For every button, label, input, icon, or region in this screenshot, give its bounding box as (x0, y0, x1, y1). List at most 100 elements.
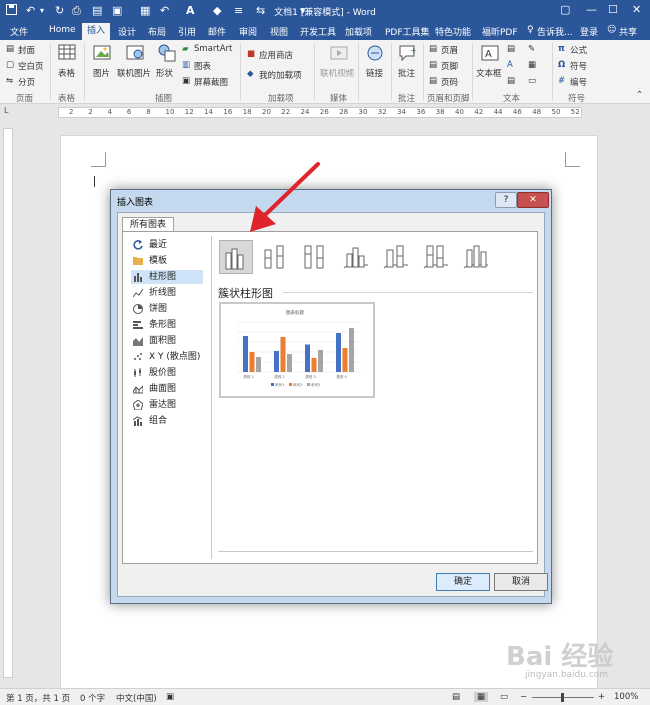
object-icon[interactable]: ▭ (528, 76, 536, 86)
lightbulb-icon[interactable]: ♀ (527, 25, 534, 35)
textbox-button[interactable]: 文本框 (476, 67, 502, 79)
store-button[interactable]: 应用商店 (259, 49, 293, 61)
symbol-icon[interactable]: Ω (558, 60, 565, 70)
user-icon[interactable]: ☺ (607, 25, 616, 35)
footer-button[interactable]: 页脚 (441, 60, 458, 72)
minimize-button[interactable]: — (586, 3, 597, 16)
collapse-ribbon-icon[interactable]: ⌃ (636, 90, 643, 100)
category-scatter[interactable]: X Y (散点图) (131, 350, 211, 364)
horizontal-ruler[interactable]: 2 2 4 6 8 10 12 14 16 18 20 22 24 26 28 30 32 34 36 38 40 42 4… (58, 107, 582, 118)
ok-button[interactable]: 确定 (436, 573, 490, 591)
number-icon[interactable]: # (558, 76, 565, 86)
category-combo[interactable]: 组合 (131, 414, 203, 428)
page-count[interactable]: 第 1 页，共 1 页 (6, 692, 70, 704)
textbox-icon[interactable]: A (481, 44, 499, 65)
chart-button[interactable]: 图表 (194, 60, 211, 72)
shapes-button[interactable]: 形状 (156, 67, 173, 79)
online-video-button[interactable]: 联机视频 (320, 67, 354, 79)
category-recent[interactable]: 最近 (131, 238, 203, 252)
header-icon[interactable]: ▤ (429, 44, 437, 54)
zoom-out-icon[interactable]: − (520, 692, 527, 702)
cancel-button[interactable]: 取消 (494, 573, 548, 591)
link-button[interactable]: 链接 (366, 67, 383, 79)
quick-parts-icon[interactable]: ▤ (507, 44, 515, 54)
smartart-button[interactable]: SmartArt (194, 44, 232, 54)
tab-design[interactable]: 设计 (118, 25, 136, 38)
language-status[interactable]: 中文(中国) (116, 692, 157, 704)
table-button[interactable]: 表格 (58, 67, 75, 79)
print-layout-icon[interactable]: ▦ (474, 692, 489, 702)
chart-preview[interactable]: 图表标题 类别 1 类别 2 类别 3 类别 4 系列1 系列2 系列3 (219, 302, 375, 398)
subtype-3d-stacked-column[interactable] (379, 240, 411, 272)
store-icon[interactable]: ■ (247, 49, 255, 59)
comment-icon[interactable]: + (398, 44, 417, 65)
tab-file[interactable]: 文件 (10, 25, 28, 38)
category-line[interactable]: 折线图 (131, 286, 203, 300)
category-bar[interactable]: 条形图 (131, 318, 203, 332)
category-area[interactable]: 面积图 (131, 334, 203, 348)
comment-button[interactable]: 批注 (398, 67, 415, 79)
page-number-icon[interactable]: ▤ (429, 76, 437, 86)
header-button[interactable]: 页眉 (441, 44, 458, 56)
tab-addins[interactable]: 加载项 (345, 25, 372, 38)
chart-icon[interactable]: ▥ (182, 60, 190, 70)
tab-features[interactable]: 特色功能 (435, 25, 471, 38)
online-picture-icon[interactable] (126, 44, 144, 65)
equation-button[interactable]: 公式 (570, 44, 587, 56)
zoom-slider-thumb[interactable] (561, 693, 564, 702)
picture-icon[interactable] (93, 44, 111, 65)
zoom-level[interactable]: 100% (614, 692, 638, 702)
tab-insert[interactable]: 插入 (82, 23, 111, 40)
restore-icon[interactable]: ▢ (560, 3, 570, 16)
screenshot-icon[interactable]: ▣ (182, 76, 190, 86)
zoom-in-icon[interactable]: + (598, 692, 605, 702)
dialog-close-button[interactable]: ✕ (517, 192, 549, 208)
sign-in-link[interactable]: 登录 (580, 25, 598, 38)
page-number-button[interactable]: 页码 (441, 76, 458, 88)
footer-icon[interactable]: ▤ (429, 60, 437, 70)
table-icon[interactable] (58, 44, 76, 65)
category-templates[interactable]: 模板 (131, 254, 203, 268)
share-button[interactable]: 共享 (619, 25, 637, 38)
tab-selector[interactable]: L (4, 106, 8, 115)
link-icon[interactable] (366, 44, 384, 65)
online-picture-button[interactable]: 联机图片 (117, 67, 151, 79)
my-addins-icon[interactable]: ◆ (247, 69, 254, 79)
tab-foxit[interactable]: 福昕PDF (482, 25, 518, 38)
subtype-3d-100-stacked-column[interactable] (419, 240, 451, 272)
macro-icon[interactable]: ▣ (166, 692, 174, 702)
subtype-stacked-column[interactable] (259, 240, 291, 272)
web-layout-icon[interactable]: ▭ (500, 692, 508, 702)
cover-page-button[interactable]: 封面 (18, 44, 35, 56)
tab-review[interactable]: 审阅 (239, 25, 257, 38)
symbol-button[interactable]: 符号 (570, 60, 587, 72)
blank-page-icon[interactable]: ▢ (6, 60, 14, 70)
datetime-icon[interactable]: ▦ (528, 60, 536, 70)
tab-mailings[interactable]: 邮件 (208, 25, 226, 38)
equation-icon[interactable]: π (558, 44, 565, 54)
category-surface[interactable]: 曲面图 (131, 382, 203, 396)
picture-button[interactable]: 图片 (93, 67, 110, 79)
dropcap-icon[interactable]: ▤ (507, 76, 515, 86)
blank-page-button[interactable]: 空白页 (18, 60, 44, 72)
subtype-3d-column[interactable] (459, 240, 491, 272)
tab-pdf-tools[interactable]: PDF工具集 (385, 25, 430, 38)
category-column[interactable]: 柱形图 (131, 270, 203, 284)
tab-developer[interactable]: 开发工具 (300, 25, 336, 38)
tab-layout[interactable]: 布局 (148, 25, 166, 38)
my-addins-button[interactable]: 我的加载项 (259, 69, 302, 81)
wordart-icon[interactable]: A (507, 60, 513, 70)
vertical-ruler[interactable] (0, 122, 13, 682)
page-break-button[interactable]: 分页 (18, 76, 35, 88)
shapes-icon[interactable] (158, 44, 176, 65)
smartart-icon[interactable]: ▰ (182, 44, 189, 54)
tell-me-search[interactable]: 告诉我... (537, 25, 573, 38)
online-video-icon[interactable] (330, 44, 348, 65)
subtype-clustered-column[interactable] (219, 240, 253, 274)
maximize-button[interactable]: ☐ (608, 3, 618, 16)
category-radar[interactable]: 雷达图 (131, 398, 203, 412)
tab-view[interactable]: 视图 (270, 25, 288, 38)
read-mode-icon[interactable]: ▤ (452, 692, 460, 702)
tab-all-charts[interactable]: 所有图表 (122, 217, 174, 232)
page-break-icon[interactable]: ⇋ (6, 76, 13, 86)
